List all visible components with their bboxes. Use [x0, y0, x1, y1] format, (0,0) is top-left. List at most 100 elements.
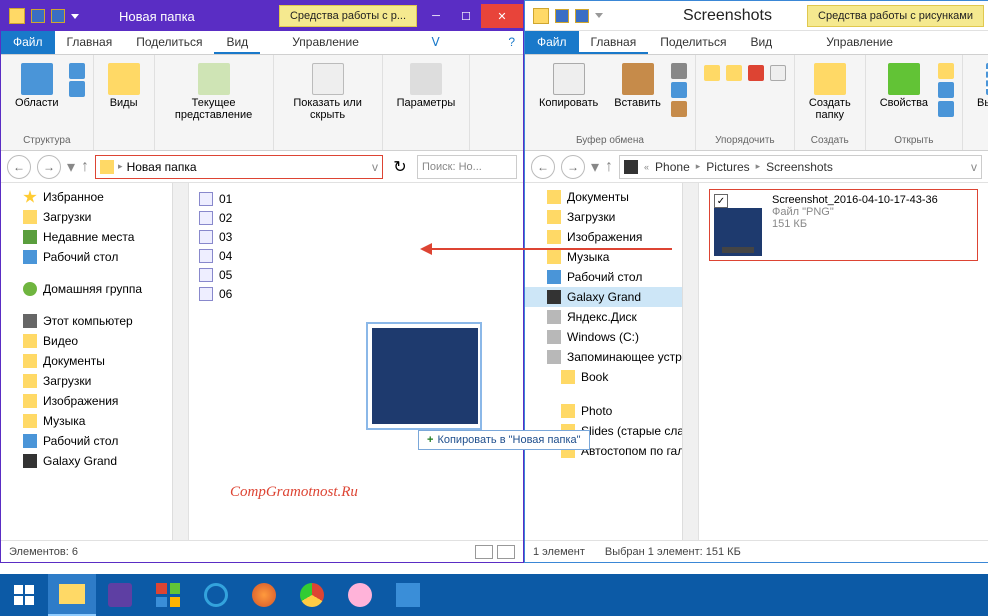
nav-galaxy[interactable]: Galaxy Grand	[1, 451, 188, 471]
nav-scrollbar[interactable]	[682, 183, 698, 540]
file-tile[interactable]: ✓ Screenshot_2016-04-10-17-43-36 Файл "P…	[709, 189, 978, 261]
back-button[interactable]: ←	[7, 155, 31, 179]
taskbar-chrome[interactable]	[288, 574, 336, 616]
nav-music[interactable]: Музыка	[525, 247, 698, 267]
tab-manage[interactable]: Управление	[280, 31, 371, 54]
file-item[interactable]: 05	[199, 265, 513, 284]
move-to-icon[interactable]	[704, 65, 720, 81]
minimize-button[interactable]: ─	[421, 4, 451, 28]
file-item[interactable]: 03	[199, 227, 513, 246]
qat-icon[interactable]	[31, 9, 45, 23]
maximize-button[interactable]: ☐	[451, 4, 481, 28]
view-details-icon[interactable]	[475, 545, 493, 559]
tab-file[interactable]: Файл	[1, 31, 55, 54]
nav-favorites[interactable]: Избранное	[1, 187, 188, 207]
nav-documents[interactable]: Документы	[525, 187, 698, 207]
back-button[interactable]: ←	[531, 155, 555, 179]
taskbar-app[interactable]	[96, 574, 144, 616]
recent-locations-icon[interactable]: ▾	[67, 157, 75, 177]
search-field[interactable]: Поиск: Но...	[417, 155, 517, 179]
nav-photo[interactable]: Photo	[525, 401, 698, 421]
refresh-button[interactable]: ↻	[389, 156, 411, 178]
show-hide-button[interactable]: Показать или скрыть	[282, 59, 374, 125]
nav-storage[interactable]: Запоминающее устр	[525, 347, 698, 367]
file-item[interactable]: 06	[199, 284, 513, 303]
taskbar-app[interactable]	[336, 574, 384, 616]
tab-home[interactable]: Главная	[579, 31, 649, 54]
forward-button[interactable]: →	[561, 155, 585, 179]
nav-yandex[interactable]: Яндекс.Диск	[525, 307, 698, 327]
tab-manage[interactable]: Управление	[814, 31, 905, 54]
contextual-tools-tab[interactable]: Средства работы с р...	[279, 5, 417, 27]
nav-thispc[interactable]: Этот компьютер	[1, 311, 188, 331]
help-icon[interactable]: ?	[500, 31, 523, 54]
taskbar-ie[interactable]	[192, 574, 240, 616]
nav-downloads[interactable]: Загрузки	[1, 371, 188, 391]
close-button[interactable]: ✕	[481, 4, 523, 28]
tab-home[interactable]: Главная	[55, 31, 125, 54]
select-button[interactable]: Выделить	[971, 59, 988, 113]
nav-homegroup[interactable]: Домашняя группа	[1, 279, 188, 299]
recent-locations-icon[interactable]: ▾	[591, 157, 599, 177]
preview-pane-icon[interactable]	[69, 63, 85, 79]
file-checkbox[interactable]: ✓	[714, 194, 728, 208]
copy-button[interactable]: Копировать	[533, 59, 604, 117]
taskbar-explorer[interactable]	[48, 574, 96, 616]
tab-share[interactable]: Поделиться	[648, 31, 738, 54]
nav-desktop[interactable]: Рабочий стол	[1, 431, 188, 451]
nav-desktop[interactable]: Рабочий стол	[1, 247, 188, 267]
nav-downloads[interactable]: Загрузки	[525, 207, 698, 227]
current-view-button[interactable]: Текущее представление	[163, 59, 265, 125]
paste-button[interactable]: Вставить	[608, 59, 667, 117]
ribbon-collapse-icon[interactable]: ᐯ	[424, 31, 448, 54]
nav-recent[interactable]: Недавние места	[1, 227, 188, 247]
copy-to-icon[interactable]	[726, 65, 742, 81]
nav-downloads[interactable]: Загрузки	[1, 207, 188, 227]
tab-share[interactable]: Поделиться	[124, 31, 214, 54]
delete-icon[interactable]	[748, 65, 764, 81]
nav-video[interactable]: Видео	[1, 331, 188, 351]
nav-windows-c[interactable]: Windows (C:)	[525, 327, 698, 347]
edit-icon[interactable]	[938, 82, 954, 98]
contextual-tools-tab[interactable]: Средства работы с рисунками	[807, 5, 984, 27]
properties-button[interactable]: Свойства	[874, 59, 934, 117]
nav-desktop[interactable]: Рабочий стол	[525, 267, 698, 287]
file-item[interactable]: 01	[199, 189, 513, 208]
open-icon[interactable]	[938, 63, 954, 79]
address-field[interactable]: « Phone▸ Pictures▸ Screenshots v	[619, 155, 982, 179]
forward-button[interactable]: →	[37, 155, 61, 179]
address-field[interactable]: ▸ Новая папка v	[95, 155, 383, 179]
history-icon[interactable]	[938, 101, 954, 117]
copy-path-icon[interactable]	[671, 82, 687, 98]
qat-dropdown-icon[interactable]	[71, 14, 79, 19]
taskbar-firefox[interactable]	[240, 574, 288, 616]
titlebar[interactable]: Screenshots Средства работы с рисунками	[525, 1, 988, 31]
tab-view[interactable]: Вид	[214, 31, 260, 54]
nav-documents[interactable]: Документы	[1, 351, 188, 371]
qat-dropdown-icon[interactable]	[595, 13, 603, 18]
cut-icon[interactable]	[671, 63, 687, 79]
details-pane-icon[interactable]	[69, 81, 85, 97]
options-button[interactable]: Параметры	[391, 59, 462, 113]
new-folder-button[interactable]: Создать папку	[803, 59, 857, 125]
up-button[interactable]: ↑	[605, 158, 613, 176]
tab-file[interactable]: Файл	[525, 31, 579, 54]
nav-pictures[interactable]: Изображения	[1, 391, 188, 411]
view-large-icon[interactable]	[497, 545, 515, 559]
nav-galaxy[interactable]: Galaxy Grand	[525, 287, 698, 307]
qat-icon[interactable]	[575, 9, 589, 23]
start-button[interactable]	[0, 574, 48, 616]
views-button[interactable]: Виды	[102, 59, 146, 113]
up-button[interactable]: ↑	[81, 158, 89, 176]
qat-icon[interactable]	[51, 9, 65, 23]
nav-book[interactable]: Book	[525, 367, 698, 387]
taskbar-app[interactable]	[384, 574, 432, 616]
file-item[interactable]: 02	[199, 208, 513, 227]
qat-icon[interactable]	[555, 9, 569, 23]
tab-view[interactable]: Вид	[738, 31, 784, 54]
items-pane[interactable]: ✓ Screenshot_2016-04-10-17-43-36 Файл "P…	[699, 183, 988, 540]
titlebar[interactable]: Новая папка Средства работы с р... ─ ☐ ✕	[1, 1, 523, 31]
paste-shortcut-icon[interactable]	[671, 101, 687, 117]
rename-icon[interactable]	[770, 65, 786, 81]
nav-scrollbar[interactable]	[172, 183, 188, 540]
